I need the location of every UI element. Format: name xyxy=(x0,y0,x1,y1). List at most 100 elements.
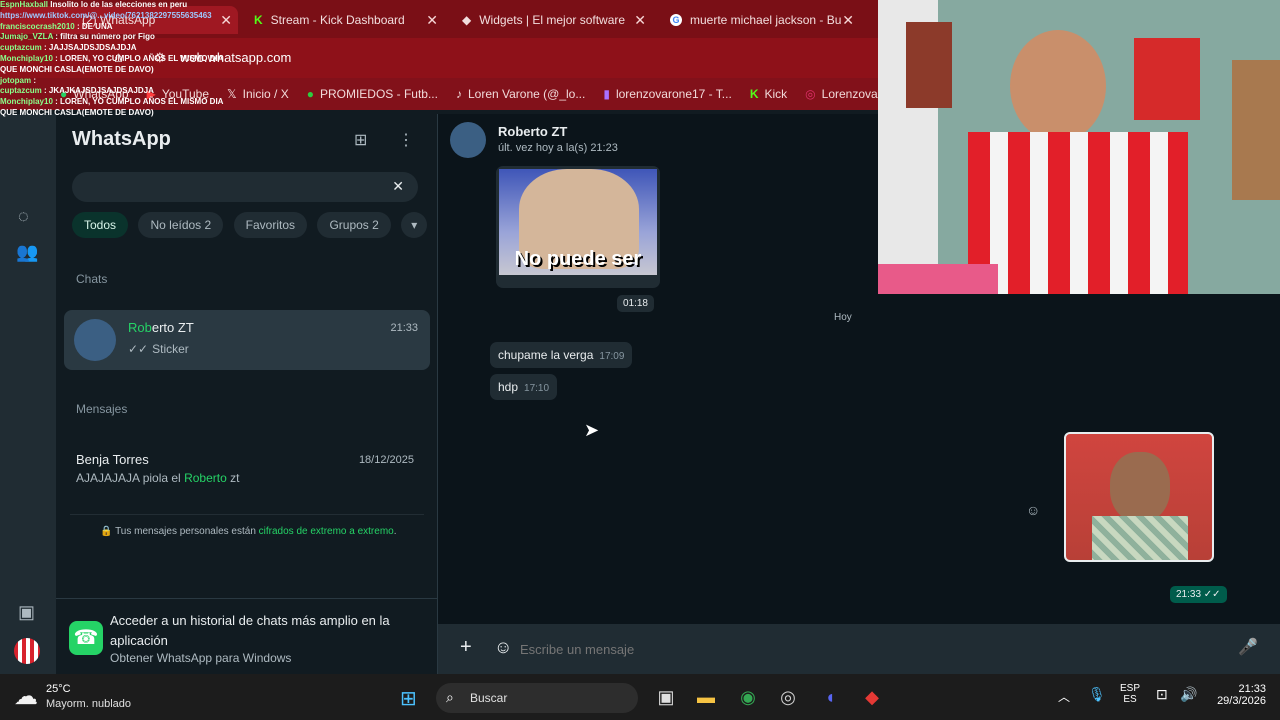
composer: + ☺ 🎤 xyxy=(438,624,1280,674)
chats-heading: Chats xyxy=(76,272,108,286)
discord-icon[interactable]: ◖ xyxy=(816,683,844,711)
message-bubble[interactable]: chupame la verga 17:09 xyxy=(490,342,633,368)
filter-todos[interactable]: Todos xyxy=(72,212,129,238)
overlay-line: EspnHaxball Insolito lo de las eleccione… xyxy=(0,0,188,9)
filter-grupos[interactable]: Grupos 2 xyxy=(317,212,391,238)
emoji-icon[interactable]: ☺ xyxy=(494,637,512,658)
bookmark-twitch[interactable]: ▮ lorenzovarone17 - T... xyxy=(603,87,731,101)
chrome-icon[interactable]: ◉ xyxy=(734,683,762,711)
image-caption: No puede ser xyxy=(514,248,642,270)
clear-search-icon[interactable]: ✕ xyxy=(392,178,404,195)
close-icon[interactable]: ✕ xyxy=(634,12,646,29)
chat-preview: ✓✓ Sticker xyxy=(128,342,189,356)
obs-icon[interactable]: ◎ xyxy=(774,683,802,711)
kick-icon: K xyxy=(749,87,759,101)
react-emoji-icon[interactable]: ☺ xyxy=(1026,502,1040,518)
new-chat-icon[interactable]: ⊞ xyxy=(354,130,367,150)
tab-widgets[interactable]: ◆ Widgets | El mejor software ✕ xyxy=(452,6,652,34)
volume-icon[interactable]: 🔊 xyxy=(1180,686,1197,703)
tiktok-icon: ♪ xyxy=(455,87,462,101)
message-bubble[interactable]: hdp 17:10 xyxy=(490,374,558,400)
promo-subtitle: Obtener WhatsApp para Windows xyxy=(110,651,292,665)
encryption-note: 🔒 Tus mensajes personales están cifrados… xyxy=(100,526,397,537)
tab-google[interactable]: G muerte michael jackson - Bu ✕ xyxy=(660,6,860,34)
sticker-message[interactable] xyxy=(1064,432,1214,562)
google-icon: G xyxy=(670,14,682,26)
overlay-line: jotopam : xyxy=(0,75,37,85)
mouse-cursor-icon: ➤ xyxy=(584,420,600,440)
taskbar-search[interactable]: ⌕ Buscar xyxy=(436,683,638,713)
tab-label: Widgets | El mejor software xyxy=(479,13,626,27)
image-time: 01:18 xyxy=(616,295,654,312)
microphone-icon[interactable]: 🎙 xyxy=(1088,686,1106,703)
meme-image: No puede ser xyxy=(499,169,657,275)
communities-icon[interactable]: 👥 xyxy=(16,242,38,263)
close-icon[interactable]: ✕ xyxy=(426,12,438,29)
overlay-line: https://www.tiktok.com/@...video/7621382… xyxy=(0,10,212,20)
bookmark-kick[interactable]: K Kick xyxy=(750,87,787,101)
instagram-icon: ◎ xyxy=(805,87,816,101)
overlay-line: Jumajo_VZLA : filtra su número por Figo xyxy=(0,32,155,42)
message-time: 17:10 xyxy=(524,383,550,394)
channels-icon[interactable]: ◌ xyxy=(18,206,29,227)
tab-label: Stream - Kick Dashboard xyxy=(270,13,405,27)
overlay-line: cuptazcum : JAJJSAJDSJDSAJDJA xyxy=(0,43,137,53)
media-icon[interactable]: ▣ xyxy=(18,602,35,623)
stream-chat-overlay: EspnHaxball Insolito lo de las eleccione… xyxy=(0,0,240,200)
message-date: 18/12/2025 xyxy=(358,454,414,466)
message-result[interactable]: Benja Torres 18/12/2025 AJAJAJAJA piola … xyxy=(66,446,426,494)
conversation-name[interactable]: Roberto ZT xyxy=(498,124,567,139)
bookmark-label: Inicio / X xyxy=(242,87,289,101)
message-text: chupame la verga xyxy=(498,348,594,362)
microphone-icon[interactable]: 🎤 xyxy=(1238,637,1258,657)
screen: (2) WhatsApp ✕ K Stream - Kick Dashboard… xyxy=(0,0,1280,720)
messages-heading: Mensajes xyxy=(76,402,128,416)
message-input[interactable] xyxy=(520,632,1220,666)
attach-icon[interactable]: + xyxy=(460,636,472,659)
webcam-overlay xyxy=(878,0,1280,294)
image-message[interactable]: No puede ser 01:18 xyxy=(496,166,660,312)
message-snippet: AJAJAJAJA piola el Roberto zt xyxy=(76,471,240,485)
keyboard-layout: ES xyxy=(1123,694,1137,705)
message-sender: Benja Torres xyxy=(76,452,149,467)
menu-icon[interactable]: ⋮ xyxy=(398,130,414,150)
network-icon[interactable]: ⊡ xyxy=(1156,686,1168,703)
avatar[interactable] xyxy=(14,638,40,664)
filter-favoritos[interactable]: Favoritos xyxy=(233,212,307,238)
promo-banner[interactable]: ☎ Acceder a un historial de chats más am… xyxy=(56,598,438,674)
tab-kick[interactable]: K Stream - Kick Dashboard ✕ xyxy=(244,6,444,34)
tab-label: muerte michael jackson - Bu xyxy=(690,13,842,27)
windows-start-icon[interactable]: ⊞ xyxy=(400,686,417,711)
bookmark-label: lorenzovarone17 - T... xyxy=(615,87,732,101)
chat-item[interactable]: Roberto ZT 21:33 ✓✓ Sticker xyxy=(64,310,430,370)
sticker-time: 21:33 ✓✓ xyxy=(1170,586,1227,603)
twitch-icon: ▮ xyxy=(603,87,610,101)
clock[interactable]: 21:33 29/3/2026 xyxy=(1206,683,1266,707)
app-icon[interactable]: ◆ xyxy=(858,683,886,711)
avatar[interactable] xyxy=(450,122,486,158)
day-label: Hoy xyxy=(834,312,852,323)
whatsapp-icon: ☎ xyxy=(69,621,103,655)
language-indicator[interactable]: ESP ES xyxy=(1120,683,1140,705)
weather-temp: 25°C xyxy=(46,683,71,695)
search-label: Buscar xyxy=(470,691,508,705)
task-view-icon[interactable]: ▣ xyxy=(652,683,680,711)
chevron-up-icon[interactable]: ︿ xyxy=(1058,688,1070,705)
bookmark-label: Loren Varone (@_lo... xyxy=(467,87,586,101)
chat-name: Roberto ZT xyxy=(128,320,194,335)
promiedos-icon: ● xyxy=(306,87,314,101)
bookmark-promiedos[interactable]: ● PROMIEDOS - Futb... xyxy=(307,87,438,101)
filter-no-leidos[interactable]: No leídos 2 xyxy=(138,212,224,238)
weather-icon[interactable]: ☁ xyxy=(14,682,38,711)
divider xyxy=(70,514,424,515)
filter-more-icon[interactable]: ▾ xyxy=(401,212,428,238)
clock-date: 29/3/2026 xyxy=(1217,695,1266,707)
file-explorer-icon[interactable]: ▬ xyxy=(692,683,720,711)
avatar xyxy=(74,319,116,361)
language-code: ESP xyxy=(1120,683,1141,694)
close-icon[interactable]: ✕ xyxy=(842,12,854,29)
kick-icon: K xyxy=(254,13,263,27)
last-seen: últ. vez hoy a la(s) 21:23 xyxy=(498,142,618,154)
filter-bar: Todos No leídos 2 Favoritos Grupos 2 ▾ xyxy=(72,212,433,238)
bookmark-tiktok[interactable]: ♪ Loren Varone (@_lo... xyxy=(456,87,585,101)
